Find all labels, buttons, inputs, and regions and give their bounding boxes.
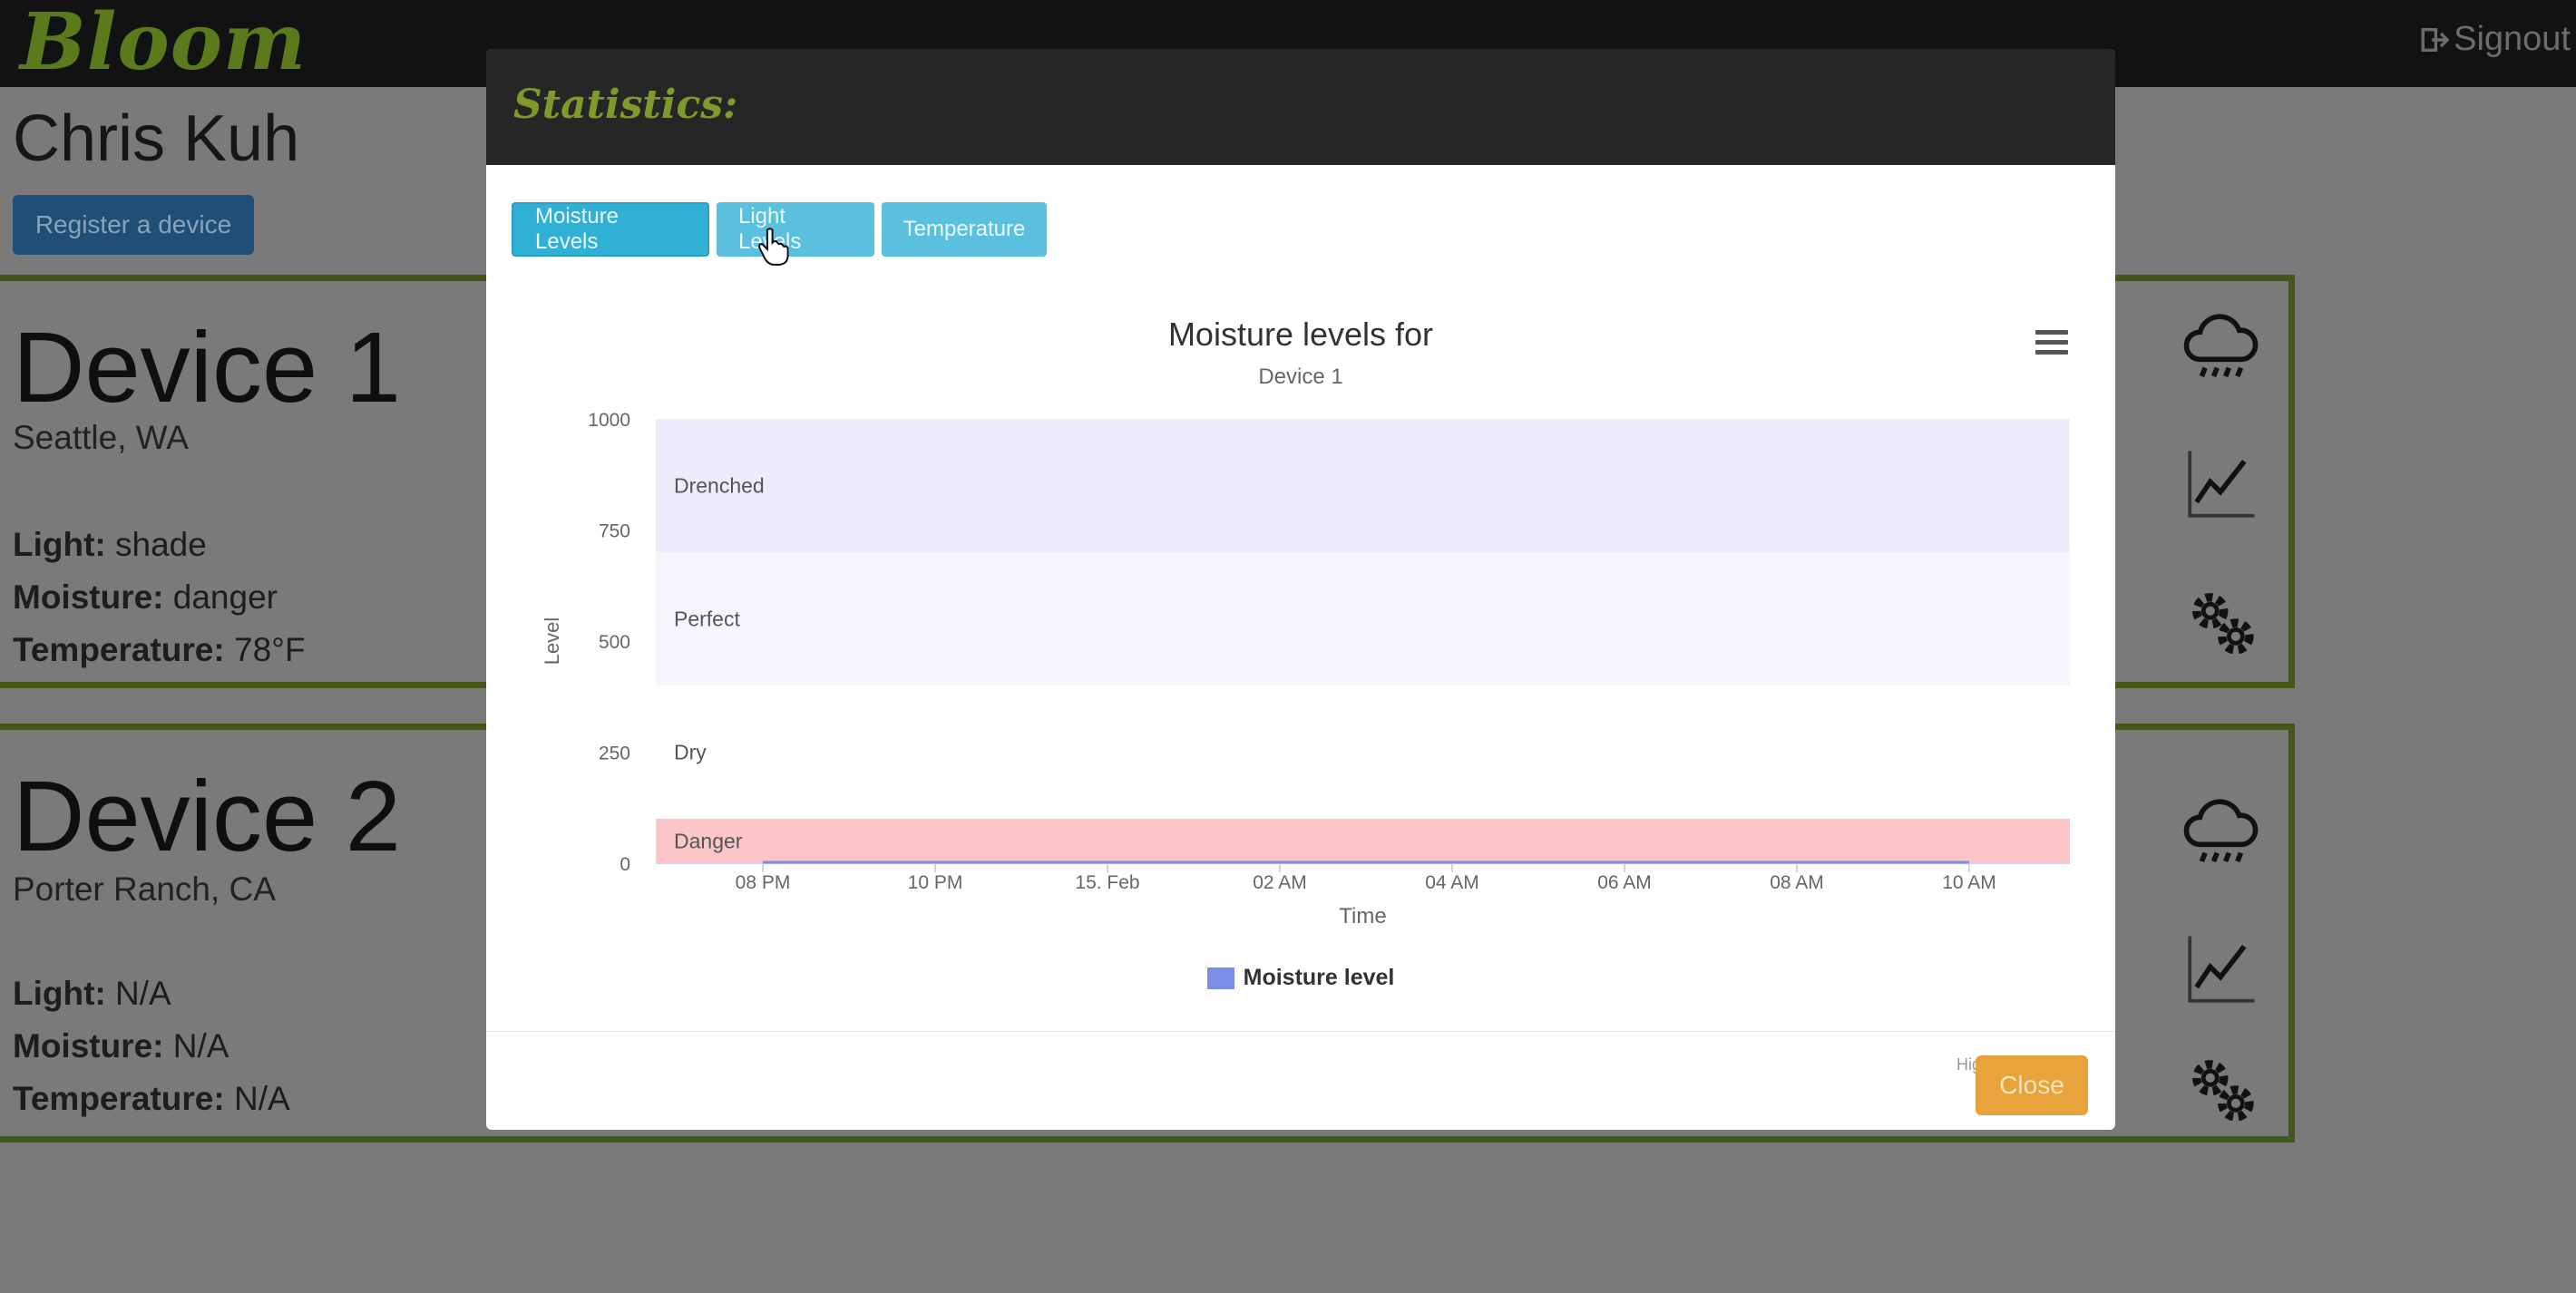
x-tick-label: 08 PM xyxy=(736,872,791,893)
device-name: Device 1 xyxy=(13,312,401,423)
light-value: shade xyxy=(115,526,207,563)
statistics-modal: Statistics: Moisture Levels Light Levels… xyxy=(486,49,2115,1130)
temperature-stat: Temperature: 78°F xyxy=(13,631,306,669)
weather-cloud-rain-icon[interactable] xyxy=(2180,308,2261,390)
plot-band xyxy=(656,819,2070,863)
plot-band xyxy=(656,419,2070,552)
tab-light-levels[interactable]: Light Levels xyxy=(717,202,874,257)
moisture-value: danger xyxy=(172,578,278,616)
light-stat: Light: shade xyxy=(13,526,207,564)
device-location: Porter Ranch, CA xyxy=(13,870,276,908)
moisture-label: Moisture: xyxy=(13,1027,164,1065)
x-tick-label: 06 AM xyxy=(1597,872,1652,893)
tab-moisture-levels[interactable]: Moisture Levels xyxy=(512,202,709,257)
line-chart-icon[interactable] xyxy=(2180,929,2261,1011)
settings-gears-icon[interactable] xyxy=(2180,580,2261,662)
x-tick-label: 02 AM xyxy=(1253,872,1307,893)
user-name: Chris Kuh xyxy=(13,102,300,175)
chart-menu-icon[interactable] xyxy=(2035,330,2068,355)
register-device-button[interactable]: Register a device xyxy=(13,195,254,255)
x-tick-label: 04 AM xyxy=(1425,872,1479,893)
temperature-value: N/A xyxy=(234,1080,290,1117)
close-button[interactable]: Close xyxy=(1976,1055,2088,1115)
plot-band-label: Perfect xyxy=(674,608,740,631)
y-tick-label: 0 xyxy=(620,854,630,875)
moisture-value: N/A xyxy=(172,1027,229,1065)
x-tick-label: 10 AM xyxy=(1942,872,1996,893)
signout-label: Signout xyxy=(2454,20,2571,58)
x-tick-label: 15. Feb xyxy=(1075,872,1139,893)
x-tick-label: 10 PM xyxy=(908,872,963,893)
y-tick-label: 750 xyxy=(599,521,630,542)
plot-band xyxy=(656,552,2070,685)
line-chart-icon[interactable] xyxy=(2180,444,2261,526)
modal-footer: Close xyxy=(486,1031,2115,1130)
modal-title: Statistics: xyxy=(513,82,738,128)
signout-link[interactable]: Signout xyxy=(2419,20,2571,59)
y-tick-label: 250 xyxy=(599,744,630,764)
y-tick-label: 1000 xyxy=(588,410,630,431)
y-axis-title: Level xyxy=(541,617,563,666)
plot-band-label: Drenched xyxy=(674,474,765,498)
x-axis-title: Time xyxy=(1339,904,1386,928)
temperature-stat: Temperature: N/A xyxy=(13,1080,290,1118)
legend-swatch xyxy=(1206,967,1234,989)
moisture-stat: Moisture: danger xyxy=(13,578,278,617)
temperature-value: 78°F xyxy=(234,631,306,668)
brand-logo[interactable]: Bloom xyxy=(20,0,307,88)
modal-header: Statistics: xyxy=(486,49,2115,165)
chart-subtitle: Device 1 xyxy=(1258,365,1343,389)
plot-band xyxy=(656,685,2070,819)
light-stat: Light: N/A xyxy=(13,975,171,1013)
temperature-label: Temperature: xyxy=(13,631,225,668)
chart-legend[interactable]: Moisture level xyxy=(486,965,2115,991)
light-value: N/A xyxy=(115,975,171,1012)
moisture-chart: Drenched Perfect Dry Danger 0 250 500 750 1000 08… xyxy=(486,258,2115,1074)
light-label: Light: xyxy=(13,975,106,1012)
moisture-label: Moisture: xyxy=(13,578,164,616)
device-location: Seattle, WA xyxy=(13,419,189,456)
legend-label: Moisture level xyxy=(1243,965,1395,990)
settings-gears-icon[interactable] xyxy=(2180,1047,2261,1129)
x-tick-label: 08 AM xyxy=(1770,872,1824,893)
plot-band-label: Danger xyxy=(674,830,743,853)
signout-icon xyxy=(2421,27,2450,52)
chart-title: Moisture levels for xyxy=(1167,316,1434,353)
moisture-stat: Moisture: N/A xyxy=(13,1027,229,1065)
device-name: Device 2 xyxy=(13,761,401,872)
tab-temperature[interactable]: Temperature xyxy=(882,202,1047,257)
temperature-label: Temperature: xyxy=(13,1080,225,1117)
hand-cursor-icon xyxy=(758,228,789,266)
y-tick-label: 500 xyxy=(599,632,630,653)
light-label: Light: xyxy=(13,526,106,563)
plot-band-label: Dry xyxy=(674,741,707,764)
weather-cloud-rain-icon[interactable] xyxy=(2180,793,2261,875)
